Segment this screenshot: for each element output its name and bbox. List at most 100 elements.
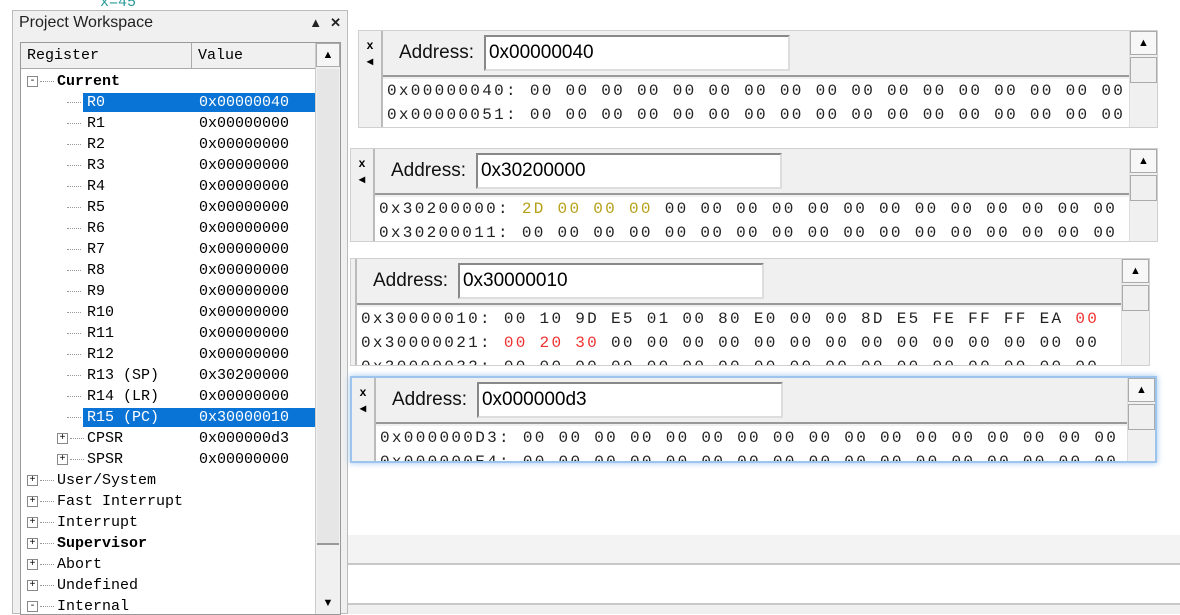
memory-byte[interactable]: 00 bbox=[897, 334, 921, 352]
memory-byte[interactable]: 00 bbox=[559, 453, 583, 461]
memory-byte[interactable]: 00 bbox=[744, 82, 768, 100]
memory-byte[interactable]: 00 bbox=[1040, 334, 1064, 352]
memory-scrollbar[interactable]: ▲ bbox=[1127, 378, 1155, 461]
memory-byte[interactable]: 00 bbox=[932, 334, 956, 352]
memory-byte[interactable]: 00 bbox=[1059, 429, 1083, 447]
register-row[interactable]: R6 0x00000000 bbox=[21, 218, 317, 239]
memory-byte[interactable]: 00 bbox=[923, 106, 947, 124]
memory-byte[interactable]: FF bbox=[968, 310, 992, 328]
address-input[interactable] bbox=[476, 382, 783, 418]
memory-byte[interactable]: EA bbox=[1040, 310, 1064, 328]
memory-byte[interactable]: 00 bbox=[666, 453, 690, 461]
close-icon[interactable]: x bbox=[351, 155, 373, 171]
memory-byte[interactable]: 00 bbox=[601, 106, 625, 124]
minimize-icon[interactable]: ▲ bbox=[309, 15, 322, 30]
memory-byte[interactable]: 00 bbox=[593, 224, 617, 241]
memory-byte[interactable]: 00 bbox=[1101, 106, 1125, 124]
memory-byte[interactable]: 00 bbox=[593, 200, 617, 218]
memory-byte[interactable]: 00 bbox=[916, 453, 940, 461]
memory-byte[interactable]: 00 bbox=[897, 358, 921, 365]
expand-icon[interactable]: + bbox=[27, 496, 38, 507]
collapse-arrow-icon[interactable]: ◂ bbox=[351, 171, 373, 187]
memory-byte[interactable]: 00 bbox=[637, 82, 661, 100]
memory-byte[interactable]: 00 bbox=[772, 224, 796, 241]
memory-byte[interactable]: 00 bbox=[809, 429, 833, 447]
memory-byte[interactable]: 00 bbox=[843, 200, 867, 218]
memory-byte[interactable]: 00 bbox=[879, 200, 903, 218]
memory-byte[interactable]: 00 bbox=[566, 82, 590, 100]
memory-byte[interactable]: 00 bbox=[986, 224, 1010, 241]
memory-byte[interactable]: 00 bbox=[736, 200, 760, 218]
memory-byte[interactable]: 00 bbox=[1075, 310, 1099, 328]
expand-icon[interactable]: + bbox=[57, 433, 68, 444]
column-header-register[interactable]: Register bbox=[21, 43, 192, 68]
memory-byte[interactable]: 00 bbox=[1075, 358, 1099, 365]
memory-byte[interactable]: 00 bbox=[504, 334, 528, 352]
memory-byte[interactable]: 00 bbox=[700, 224, 724, 241]
expand-icon[interactable]: + bbox=[27, 517, 38, 528]
memory-byte[interactable]: 00 bbox=[559, 429, 583, 447]
memory-byte[interactable]: 00 bbox=[880, 453, 904, 461]
memory-byte[interactable]: 00 bbox=[851, 82, 875, 100]
memory-byte[interactable]: 00 bbox=[630, 453, 654, 461]
memory-byte[interactable]: 00 bbox=[540, 358, 564, 365]
memory-byte[interactable]: 00 bbox=[530, 82, 554, 100]
register-row[interactable]: R2 0x00000000 bbox=[21, 134, 317, 155]
memory-byte[interactable]: 01 bbox=[647, 310, 671, 328]
memory-scrollbar[interactable]: ▲ bbox=[1129, 31, 1157, 127]
collapse-arrow-icon[interactable]: ◂ bbox=[352, 400, 374, 416]
memory-byte[interactable]: 00 bbox=[754, 358, 778, 365]
tree-group-internal[interactable]: - Internal bbox=[21, 596, 317, 614]
memory-byte[interactable]: FF bbox=[1004, 310, 1028, 328]
memory-byte[interactable]: 00 bbox=[1023, 453, 1047, 461]
memory-byte[interactable]: 00 bbox=[1040, 358, 1064, 365]
register-row[interactable]: R5 0x00000000 bbox=[21, 197, 317, 218]
memory-byte[interactable]: 00 bbox=[994, 106, 1018, 124]
memory-byte[interactable]: 00 bbox=[736, 224, 760, 241]
memory-byte[interactable]: 00 bbox=[530, 106, 554, 124]
memory-byte[interactable]: 00 bbox=[566, 106, 590, 124]
memory-byte[interactable]: E5 bbox=[611, 310, 635, 328]
memory-byte[interactable]: 00 bbox=[666, 429, 690, 447]
memory-byte[interactable]: 00 bbox=[816, 82, 840, 100]
memory-byte[interactable]: 00 bbox=[950, 200, 974, 218]
memory-byte[interactable]: 00 bbox=[523, 429, 547, 447]
register-row[interactable]: R14 (LR) 0x00000000 bbox=[21, 386, 317, 407]
memory-byte[interactable]: 00 bbox=[843, 224, 867, 241]
memory-byte[interactable]: 00 bbox=[637, 106, 661, 124]
memory-byte[interactable]: 00 bbox=[522, 224, 546, 241]
register-row[interactable]: R3 0x00000000 bbox=[21, 155, 317, 176]
register-row[interactable]: R11 0x00000000 bbox=[21, 323, 317, 344]
memory-byte[interactable]: 00 bbox=[1066, 82, 1090, 100]
scroll-up-icon[interactable]: ▲ bbox=[1128, 378, 1155, 402]
memory-byte[interactable]: 00 bbox=[673, 82, 697, 100]
memory-byte[interactable]: 00 bbox=[665, 224, 689, 241]
memory-byte[interactable]: 00 bbox=[808, 224, 832, 241]
memory-byte[interactable]: 00 bbox=[808, 200, 832, 218]
memory-byte[interactable]: 00 bbox=[558, 200, 582, 218]
scroll-up-icon[interactable]: ▲ bbox=[1130, 31, 1157, 55]
memory-byte[interactable]: 00 bbox=[1066, 106, 1090, 124]
close-icon[interactable]: x bbox=[359, 37, 381, 53]
memory-byte[interactable]: 00 bbox=[1075, 334, 1099, 352]
memory-byte[interactable]: 00 bbox=[879, 224, 903, 241]
memory-byte[interactable]: 00 bbox=[773, 429, 797, 447]
memory-byte[interactable]: 00 bbox=[558, 224, 582, 241]
register-row[interactable]: R1 0x00000000 bbox=[21, 113, 317, 134]
memory-byte[interactable]: 00 bbox=[844, 453, 868, 461]
memory-byte[interactable]: 00 bbox=[861, 358, 885, 365]
memory-byte[interactable]: 00 bbox=[951, 429, 975, 447]
memory-byte[interactable]: 8D bbox=[861, 310, 885, 328]
collapse-icon[interactable]: - bbox=[27, 601, 38, 612]
memory-byte[interactable]: 00 bbox=[744, 106, 768, 124]
memory-byte[interactable]: 00 bbox=[1094, 429, 1118, 447]
memory-byte[interactable]: 00 bbox=[809, 453, 833, 461]
memory-byte[interactable]: 00 bbox=[630, 429, 654, 447]
memory-byte[interactable]: 00 bbox=[916, 429, 940, 447]
memory-byte[interactable]: 00 bbox=[601, 82, 625, 100]
memory-byte[interactable]: 00 bbox=[1058, 200, 1082, 218]
memory-byte[interactable]: 00 bbox=[994, 82, 1018, 100]
memory-byte[interactable]: 00 bbox=[629, 200, 653, 218]
register-row[interactable]: R12 0x00000000 bbox=[21, 344, 317, 365]
memory-byte[interactable]: 00 bbox=[880, 429, 904, 447]
